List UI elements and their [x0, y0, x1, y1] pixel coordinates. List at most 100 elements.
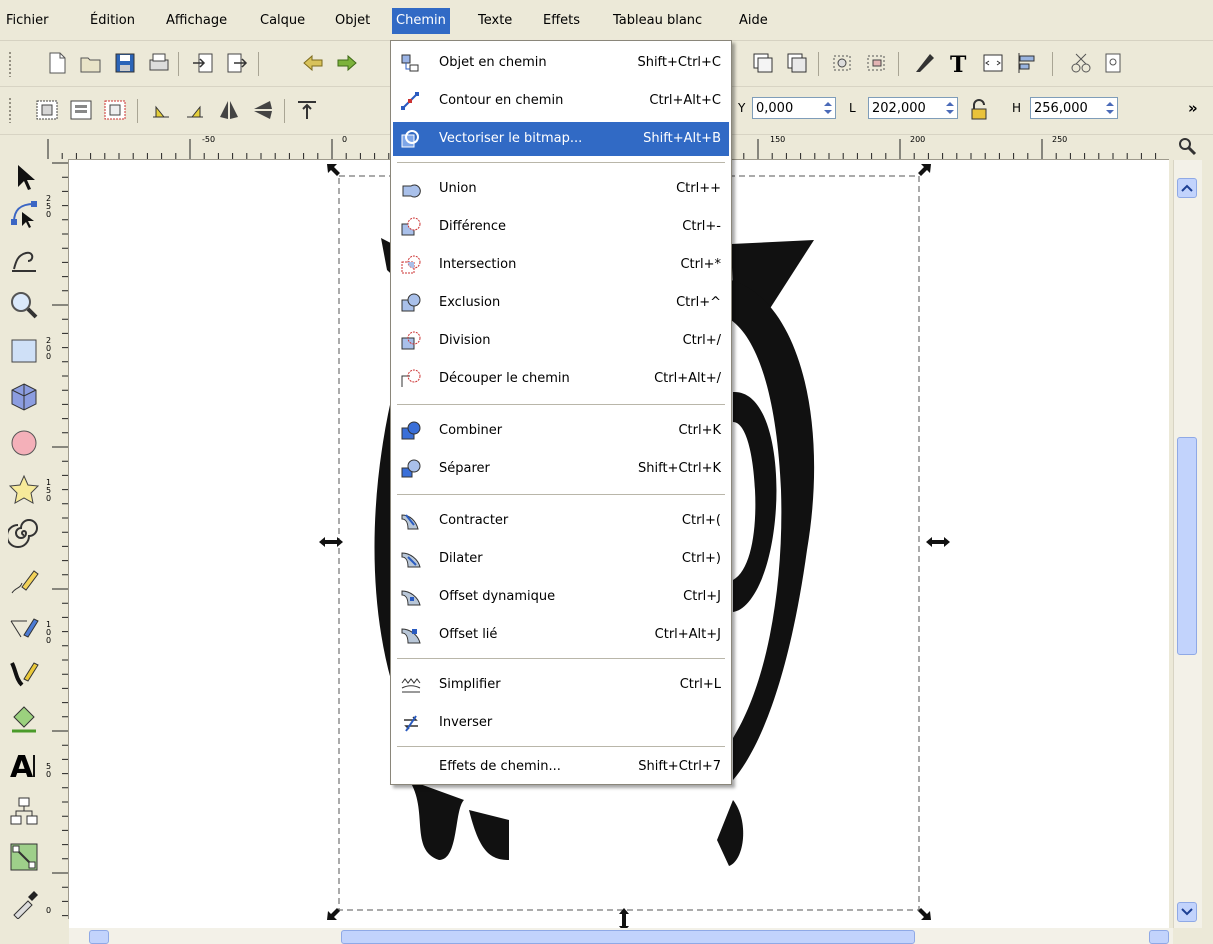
fill-stroke-icon[interactable]	[912, 50, 938, 76]
menu-tableau-blanc[interactable]: Tableau blanc	[609, 10, 706, 32]
rotate-ccw-icon[interactable]	[148, 97, 174, 123]
new-document-icon[interactable]	[44, 50, 70, 76]
spin-arrows-icon[interactable]	[944, 99, 956, 117]
document-properties-icon[interactable]	[1100, 50, 1126, 76]
zoom-corner-icon[interactable]	[1177, 136, 1197, 156]
flip-vertical-icon[interactable]	[250, 97, 276, 123]
paint-bucket-tool-icon[interactable]	[8, 703, 40, 735]
spiral-tool-icon[interactable]	[6, 519, 40, 551]
menu-calque[interactable]: Calque	[256, 10, 309, 32]
vertical-scrollbar[interactable]	[1173, 138, 1202, 928]
lock-ratio-icon[interactable]	[966, 97, 992, 123]
menu-fichier[interactable]: Fichier	[2, 10, 53, 32]
group-icon[interactable]	[830, 50, 856, 76]
menu-item-vectoriser-le-bitmap[interactable]: Vectoriser le bitmap... Shift+Alt+B	[393, 122, 729, 156]
menu-affichage[interactable]: Affichage	[162, 10, 231, 32]
spin-arrows-icon[interactable]	[1104, 99, 1116, 117]
vertical-scroll-thumb[interactable]	[1177, 437, 1197, 655]
tweak-tool-icon[interactable]	[8, 243, 40, 275]
menu-item-decouper-le-chemin[interactable]: Découper le chemin Ctrl+Alt+/	[393, 362, 729, 396]
menu-item-union[interactable]: Union Ctrl++	[393, 172, 729, 206]
text-font-icon[interactable]: T	[946, 50, 972, 78]
node-tool-icon[interactable]	[8, 198, 40, 230]
menu-item-simplifier[interactable]: Simplifier Ctrl+L	[393, 668, 729, 702]
menu-item-effets-de-chemin[interactable]: Effets de chemin... Shift+Ctrl+7	[393, 750, 729, 784]
rotate-cw-icon[interactable]	[182, 97, 208, 123]
menu-item-separer[interactable]: Séparer Shift+Ctrl+K	[393, 452, 729, 486]
horizontal-scrollbar[interactable]	[69, 928, 1173, 944]
dropper-tool-icon[interactable]	[8, 887, 40, 920]
scroll-left-button[interactable]	[89, 930, 109, 944]
select-all-layers-icon[interactable]	[68, 97, 94, 123]
menu-item-dilater[interactable]: Dilater Ctrl+)	[393, 542, 729, 576]
spin-arrows-icon[interactable]	[822, 99, 834, 117]
ungroup-icon[interactable]	[864, 50, 890, 76]
open-folder-icon[interactable]	[78, 50, 104, 76]
connector-tool-icon[interactable]	[8, 795, 40, 827]
scroll-down-button[interactable]	[1177, 902, 1197, 922]
deselect-icon[interactable]	[102, 97, 128, 123]
ellipse-tool-icon[interactable]	[8, 427, 40, 459]
text-tool-icon[interactable]: A	[8, 749, 40, 785]
y-coordinate-input[interactable]: 0,000	[752, 97, 836, 119]
menu-texte[interactable]: Texte	[474, 10, 516, 32]
gradient-tool-icon[interactable]	[8, 841, 40, 873]
menu-item-intersection[interactable]: Intersection Ctrl+*	[393, 248, 729, 282]
menu-item-contracter[interactable]: Contracter Ctrl+(	[393, 504, 729, 538]
save-icon[interactable]	[112, 50, 138, 76]
toolbar-overflow-button[interactable]: »	[1188, 99, 1198, 117]
align-distribute-icon[interactable]	[1014, 50, 1040, 76]
scroll-right-button[interactable]	[1149, 930, 1169, 944]
select-all-icon[interactable]	[34, 97, 60, 123]
ruler-label: -50	[202, 135, 216, 144]
menu-item-shortcut: Ctrl+Alt+/	[654, 371, 721, 386]
redo-icon[interactable]	[334, 50, 360, 76]
preferences-icon[interactable]	[1068, 50, 1094, 76]
pencil-tool-icon[interactable]	[8, 565, 40, 597]
toolbar-separator	[137, 99, 138, 123]
menu-edition[interactable]: Édition	[86, 10, 139, 32]
import-icon[interactable]	[190, 50, 216, 76]
menu-aide[interactable]: Aide	[735, 10, 772, 32]
raise-to-top-icon[interactable]	[294, 97, 320, 123]
menu-item-offset-dynamique[interactable]: Offset dynamique Ctrl+J	[393, 580, 729, 614]
xml-editor-icon[interactable]	[980, 50, 1006, 76]
undo-icon[interactable]	[300, 50, 326, 76]
menu-objet[interactable]: Objet	[331, 10, 374, 32]
outset-icon	[401, 552, 421, 568]
menu-item-offset-lie[interactable]: Offset lié Ctrl+Alt+J	[393, 618, 729, 652]
print-icon[interactable]	[146, 50, 172, 76]
width-input[interactable]: 202,000	[868, 97, 958, 119]
menu-chemin[interactable]: Chemin	[392, 8, 450, 34]
export-icon[interactable]	[224, 50, 250, 76]
3d-box-tool-icon[interactable]	[8, 381, 40, 413]
flip-horizontal-icon[interactable]	[216, 97, 242, 123]
menu-item-contour-en-chemin[interactable]: Contour en chemin Ctrl+Alt+C	[393, 84, 729, 118]
menu-effets[interactable]: Effets	[539, 10, 584, 32]
ruler-label: 1 5 0	[46, 478, 52, 503]
menu-item-exclusion[interactable]: Exclusion Ctrl+^	[393, 286, 729, 320]
selector-tool-icon[interactable]	[8, 161, 40, 193]
star-tool-icon[interactable]	[8, 473, 40, 505]
menu-item-inverser[interactable]: Inverser	[393, 706, 729, 740]
menu-item-combiner[interactable]: Combiner Ctrl+K	[393, 414, 729, 448]
menu-item-division[interactable]: Division Ctrl+/	[393, 324, 729, 358]
menu-item-shortcut: Ctrl+L	[679, 677, 721, 692]
scroll-up-button[interactable]	[1177, 178, 1197, 198]
duplicate-icon[interactable]	[750, 50, 776, 76]
toolbox: A	[0, 135, 44, 944]
toolbar-separator	[178, 52, 179, 76]
clone-icon[interactable]	[784, 50, 810, 76]
pen-tool-icon[interactable]	[8, 611, 40, 643]
vertical-ruler[interactable]: 2 5 0 2 0 0 1 5 0 1 0 0 5 0 0	[44, 159, 69, 919]
rectangle-tool-icon[interactable]	[8, 335, 40, 367]
menu-item-difference[interactable]: Différence Ctrl+-	[393, 210, 729, 244]
toolbar-grip[interactable]	[8, 97, 12, 123]
calligraphy-tool-icon[interactable]	[8, 657, 40, 689]
menu-item-shortcut: Ctrl+^	[676, 295, 721, 310]
toolbar-grip[interactable]	[8, 51, 12, 77]
menu-item-objet-en-chemin[interactable]: Objet en chemin Shift+Ctrl+C	[393, 46, 729, 80]
height-input[interactable]: 256,000	[1030, 97, 1118, 119]
zoom-tool-icon[interactable]	[8, 289, 40, 321]
horizontal-scroll-thumb[interactable]	[341, 930, 915, 944]
